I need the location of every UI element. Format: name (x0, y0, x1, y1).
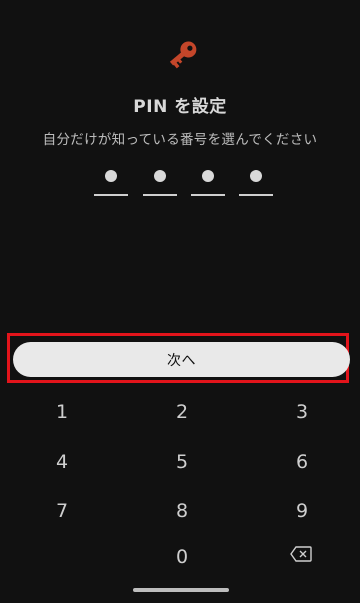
pin-dot (250, 170, 262, 182)
page-title: PIN を設定 (133, 97, 227, 117)
pin-setup-screen: PIN を設定 自分だけが知っている番号を選んでください 次へ 1 2 3 4 … (0, 0, 360, 603)
pin-underline (239, 194, 273, 196)
keypad-key-5[interactable]: 5 (142, 442, 222, 482)
keypad-key-3[interactable]: 3 (262, 392, 342, 432)
keypad-key-0[interactable]: 0 (142, 537, 222, 577)
pin-digit-slot (239, 164, 273, 196)
pin-dot (202, 170, 214, 182)
keypad-key-6[interactable]: 6 (262, 442, 342, 482)
page-subtitle: 自分だけが知っている番号を選んでください (42, 132, 318, 148)
next-button[interactable]: 次へ (13, 342, 350, 377)
keypad-key-7[interactable]: 7 (22, 491, 102, 531)
keypad-key-2[interactable]: 2 (142, 392, 222, 432)
home-indicator (133, 588, 229, 592)
pin-underline (143, 194, 177, 196)
pin-digit-slot (143, 164, 177, 196)
pin-underline (191, 194, 225, 196)
pin-digit-slot (191, 164, 225, 196)
keypad-key-1[interactable]: 1 (22, 392, 102, 432)
backspace-icon[interactable] (290, 546, 312, 562)
keypad-key-4[interactable]: 4 (22, 442, 102, 482)
pin-dot (105, 170, 117, 182)
pin-underline (94, 194, 128, 196)
pin-digit-slot (94, 164, 128, 196)
key-icon (169, 41, 197, 69)
pin-dot (154, 170, 166, 182)
keypad-key-9[interactable]: 9 (262, 491, 342, 531)
keypad-key-8[interactable]: 8 (142, 491, 222, 531)
